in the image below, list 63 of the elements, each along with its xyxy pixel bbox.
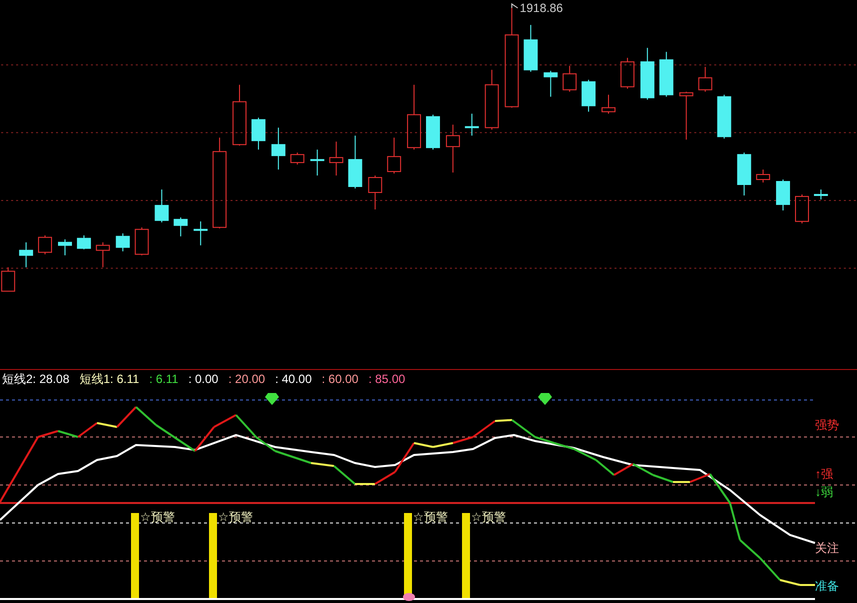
- candlestick: [174, 216, 188, 237]
- candlestick: [232, 84, 246, 146]
- high-price-label: 1918.86: [520, 0, 563, 15]
- legend-value: 短线2: 28.08: [2, 370, 70, 388]
- candlestick: [76, 234, 91, 250]
- candlestick: [251, 117, 266, 150]
- candlestick: [134, 226, 149, 256]
- candlestick: [582, 79, 596, 112]
- candlestick: [368, 175, 382, 210]
- candlestick: [659, 51, 674, 98]
- legend-value: : 60.00: [322, 372, 358, 386]
- signal-label: ☆预警: [413, 510, 448, 524]
- candlestick: [154, 188, 169, 223]
- candlestick: [446, 124, 460, 174]
- legend-value: 短线1: 6.11: [79, 370, 140, 388]
- diamond-icon: [265, 393, 279, 405]
- candlestick: [194, 220, 208, 246]
- candlestick: [776, 179, 790, 211]
- signal-label: ☆预警: [471, 510, 506, 524]
- marker-icon: [403, 593, 415, 601]
- candlestick: [717, 94, 732, 140]
- candlestick: [640, 47, 654, 100]
- level-label: 强势: [815, 418, 839, 432]
- candlestick: [58, 238, 72, 256]
- candlestick: [464, 113, 479, 136]
- level-label: ↓弱: [815, 485, 833, 499]
- candlestick: [698, 66, 712, 92]
- legend-value: : 6.11: [149, 372, 178, 386]
- level-label: ↑强: [815, 467, 833, 481]
- candlestick: [737, 152, 752, 196]
- candlestick: [602, 94, 616, 114]
- candlestick: [1, 266, 16, 292]
- candlestick: [290, 152, 304, 166]
- candlestick: [562, 65, 577, 92]
- legend-value: : 0.00: [188, 372, 218, 386]
- candlestick: [544, 70, 558, 98]
- candlestick: [426, 114, 440, 150]
- candlestick: [271, 127, 286, 170]
- legend-value: : 20.00: [228, 372, 266, 386]
- candlestick: [19, 242, 34, 268]
- level-label: 关注: [815, 541, 839, 555]
- leader-line: [511, 3, 518, 8]
- candlestick: [348, 135, 362, 189]
- candlestick: [814, 188, 828, 200]
- candlestick: [38, 234, 52, 255]
- candlestick: [679, 91, 694, 140]
- candlestick: [620, 57, 634, 90]
- diamond-icon: [538, 393, 552, 405]
- candlestick: [116, 232, 130, 252]
- candlestick: [407, 84, 422, 150]
- legend-value: : 85.00: [368, 372, 406, 386]
- candlestick: [484, 69, 499, 130]
- candlestick: [96, 242, 110, 268]
- level-label: 准备: [815, 579, 839, 593]
- signal-label: ☆预警: [140, 510, 175, 524]
- candlestick: [329, 141, 344, 176]
- candlestick: [524, 24, 538, 72]
- candlestick: [387, 137, 402, 174]
- signal-label: ☆预警: [218, 510, 253, 524]
- candlestick: [756, 169, 770, 183]
- candlestick: [795, 194, 809, 224]
- candlestick: [310, 149, 324, 176]
- legend-value: : 40.00: [275, 372, 312, 386]
